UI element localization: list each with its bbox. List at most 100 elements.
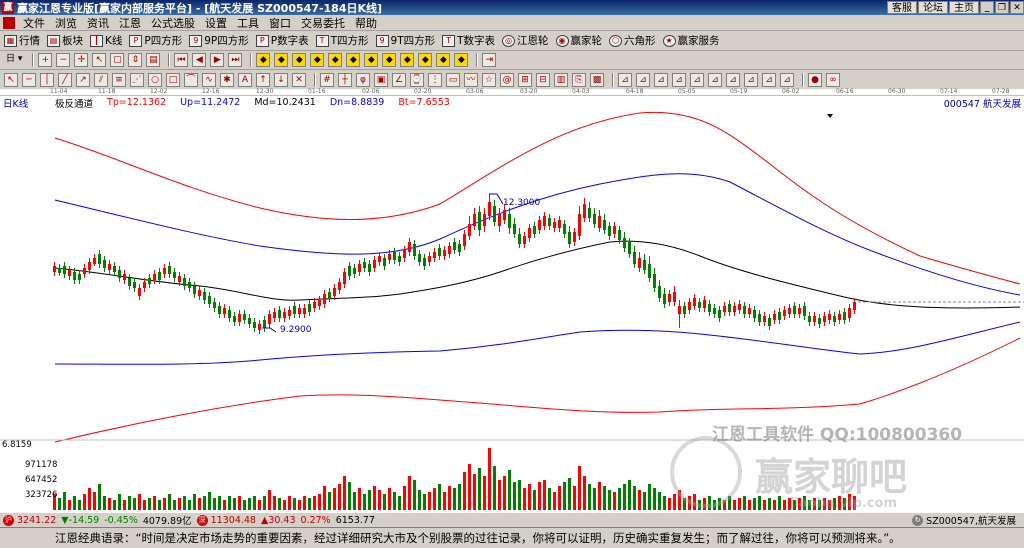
time-icon[interactable]: ⌚: [410, 72, 424, 87]
customer-service-link[interactable]: 客服: [887, 1, 917, 14]
kline-button[interactable]: ┃ K线: [90, 33, 122, 48]
plot-10-icon[interactable]: ⊿: [780, 72, 794, 87]
9t-square-button[interactable]: 9 9T四方形: [375, 33, 435, 48]
gann-wheel-button[interactable]: ◎ 江恩轮: [502, 33, 549, 48]
first-icon[interactable]: ⏮: [174, 53, 189, 67]
homepage-link[interactable]: 主页: [949, 1, 979, 14]
sector-button[interactable]: ▤ 板块: [47, 33, 83, 48]
angle-icon[interactable]: ∠: [392, 72, 406, 87]
split-icon[interactable]: ⊞: [518, 72, 532, 87]
diamond-12-icon[interactable]: ◆: [454, 53, 469, 67]
diamond-7-icon[interactable]: ◆: [364, 53, 379, 67]
zoom-in-icon[interactable]: +: [38, 53, 53, 67]
fan-icon[interactable]: ⋰: [130, 72, 144, 87]
prev-icon[interactable]: ◀: [192, 53, 207, 67]
plot-8-icon[interactable]: ⊿: [744, 72, 758, 87]
diamond-5-icon[interactable]: ◆: [328, 53, 343, 67]
loop-icon[interactable]: ∞: [826, 72, 840, 87]
p-square-button[interactable]: P P四方形: [129, 33, 182, 48]
restore-button[interactable]: ❐: [995, 1, 1009, 14]
plot-1-icon[interactable]: ⊿: [618, 72, 632, 87]
menu-news[interactable]: 资讯: [82, 15, 114, 31]
diamond-10-icon[interactable]: ◆: [418, 53, 433, 67]
plot-6-icon[interactable]: ⊿: [708, 72, 722, 87]
close-button[interactable]: ✕: [1010, 1, 1024, 14]
menu-help[interactable]: 帮助: [350, 15, 382, 31]
t-square-button[interactable]: T T四方形: [315, 33, 369, 48]
plot-4-icon[interactable]: ⊿: [672, 72, 686, 87]
fib-icon[interactable]: ≡: [112, 72, 126, 87]
price-line-icon[interactable]: ┼: [338, 72, 352, 87]
spiral-icon[interactable]: @: [500, 72, 514, 87]
next-icon[interactable]: ▶: [210, 53, 225, 67]
diamond-3-icon[interactable]: ◆: [292, 53, 307, 67]
up-arrow-icon[interactable]: ↑: [256, 72, 270, 87]
scroll-icon[interactable]: ⇕: [128, 53, 143, 67]
menu-file[interactable]: 文件: [18, 15, 50, 31]
menu-browse[interactable]: 浏览: [50, 15, 82, 31]
plot-2-icon[interactable]: ⊿: [636, 72, 650, 87]
color-icon[interactable]: ●: [808, 72, 822, 87]
menu-formula-screening[interactable]: 公式选股: [146, 15, 200, 31]
winner-wheel-button[interactable]: ◉ 赢家轮: [555, 33, 602, 48]
t-number-table-button[interactable]: T T数字表: [442, 33, 495, 48]
9p-square-button[interactable]: 9 9P四方形: [189, 33, 249, 48]
text-icon[interactable]: A: [238, 72, 252, 87]
plot-3-icon[interactable]: ⊿: [654, 72, 668, 87]
menu-gann[interactable]: 江恩: [114, 15, 146, 31]
save-drawing-icon[interactable]: ▩: [590, 72, 604, 87]
pointer-icon[interactable]: ↖: [4, 72, 18, 87]
down-arrow-icon[interactable]: ↓: [274, 72, 288, 87]
cycle-icon[interactable]: ∿: [202, 72, 216, 87]
diamond-8-icon[interactable]: ◆: [382, 53, 397, 67]
copy-icon[interactable]: ⎘: [572, 72, 586, 87]
plot-9-icon[interactable]: ⊿: [762, 72, 776, 87]
diamond-6-icon[interactable]: ◆: [346, 53, 361, 67]
p-number-table-button[interactable]: P P数字表: [255, 33, 309, 48]
trendline-icon[interactable]: ╱: [58, 72, 72, 87]
grid-lines-icon[interactable]: #: [320, 72, 334, 87]
winner-service-button[interactable]: ★ 赢家服务: [662, 33, 720, 48]
menu-settings[interactable]: 设置: [200, 15, 232, 31]
diamond-4-icon[interactable]: ◆: [310, 53, 325, 67]
diamond-1-icon[interactable]: ◆: [256, 53, 271, 67]
exit-icon[interactable]: ⇥: [482, 53, 497, 67]
market-button[interactable]: ▦ 行情: [4, 33, 40, 48]
delete-icon[interactable]: ✕: [292, 72, 306, 87]
diamond-11-icon[interactable]: ◆: [436, 53, 451, 67]
circle-icon[interactable]: ○: [148, 72, 162, 87]
ray-icon[interactable]: ↗: [76, 72, 90, 87]
gann-fan-icon[interactable]: ✱: [220, 72, 234, 87]
page-icon[interactable]: ▤: [146, 53, 161, 67]
menu-window[interactable]: 窗口: [264, 15, 296, 31]
hexagon-button[interactable]: ⬡ 六角形: [609, 33, 656, 48]
cursor-icon[interactable]: ↖: [92, 53, 107, 67]
period-day-icon[interactable]: 日 ▾: [4, 53, 24, 67]
layer-icon[interactable]: ▥: [554, 72, 568, 87]
channel-icon[interactable]: ⫽: [94, 72, 108, 87]
hide-icon[interactable]: ⊟: [536, 72, 550, 87]
crosshair-icon[interactable]: ✛: [74, 53, 89, 67]
golden-icon[interactable]: φ: [356, 72, 370, 87]
refresh-icon[interactable]: ↻: [912, 514, 924, 526]
arc-icon[interactable]: ⌒: [184, 72, 198, 87]
square-nine-icon[interactable]: ▣: [374, 72, 388, 87]
plot-5-icon[interactable]: ⊿: [690, 72, 704, 87]
forum-link[interactable]: 论坛: [918, 1, 948, 14]
menu-tools[interactable]: 工具: [232, 15, 264, 31]
hline-icon[interactable]: ─: [22, 72, 36, 87]
star-icon[interactable]: ☆: [482, 72, 496, 87]
period-label[interactable]: 日K线: [3, 96, 55, 110]
menu-trade[interactable]: 交易委托: [296, 15, 350, 31]
plot-7-icon[interactable]: ⊿: [726, 72, 740, 87]
cycle-line-icon[interactable]: ⋮: [428, 72, 442, 87]
box-icon[interactable]: ▭: [446, 72, 460, 87]
diamond-2-icon[interactable]: ◆: [274, 53, 289, 67]
vline-icon[interactable]: │: [40, 72, 54, 87]
wave-icon[interactable]: 〰: [464, 72, 478, 87]
zoom-out-icon[interactable]: −: [56, 53, 71, 67]
lock-icon[interactable]: ▢: [110, 53, 125, 67]
rect-icon[interactable]: □: [166, 72, 180, 87]
diamond-9-icon[interactable]: ◆: [400, 53, 415, 67]
last-icon[interactable]: ⏭: [228, 53, 243, 67]
